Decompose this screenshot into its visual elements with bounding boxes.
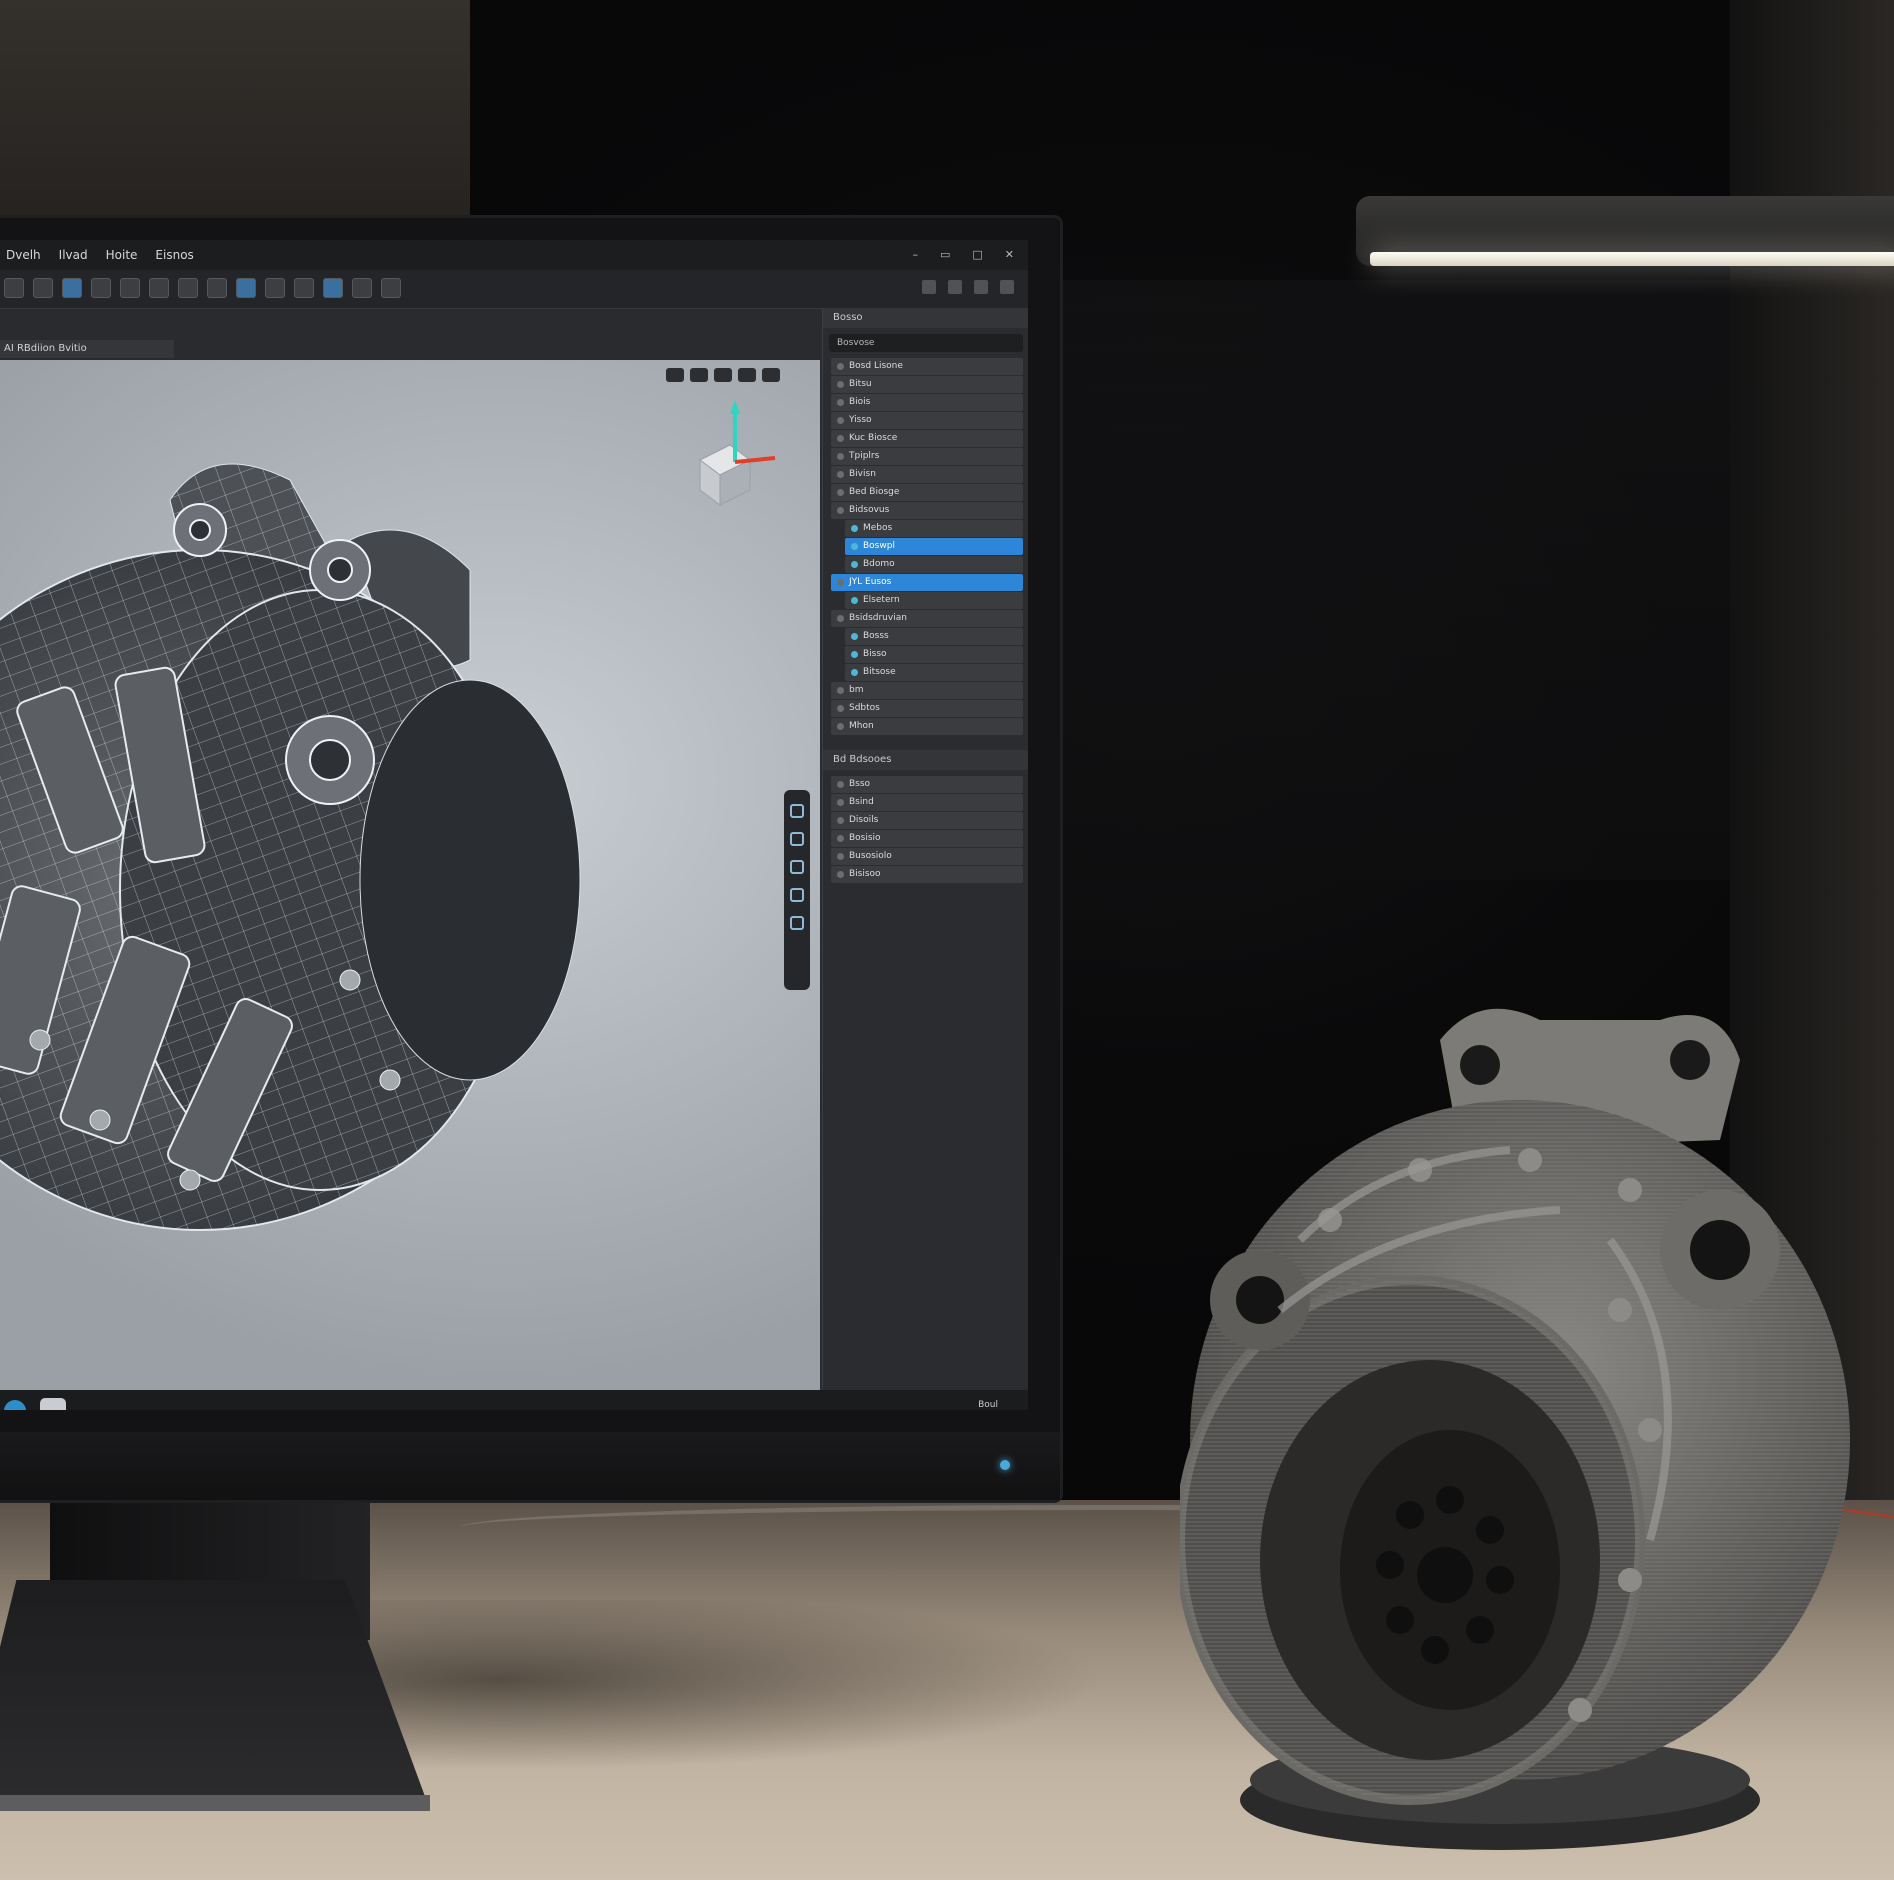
system-tray: Boul — [978, 1400, 998, 1410]
help-icon[interactable] — [1000, 280, 1014, 294]
tree-item[interactable]: Bidsovus — [831, 502, 1023, 519]
rotate-view-icon[interactable] — [790, 832, 804, 846]
tree-item[interactable]: bm — [831, 682, 1023, 699]
tree-item[interactable]: Elsetern — [845, 592, 1023, 609]
pattern-icon[interactable] — [236, 278, 256, 298]
menu-items: Dvelh Ilvad Hoite Eisnos — [6, 248, 194, 262]
chamfer-icon[interactable] — [207, 278, 227, 298]
menu-item[interactable]: Eisnos — [155, 248, 193, 262]
3d-printed-part — [1180, 1008, 1850, 1850]
settings-icon[interactable] — [974, 280, 988, 294]
feature-tree: Bosd Lisone Bitsu Biois Yisso Kuc Biosce Tpip… — [823, 358, 1028, 735]
property-item[interactable]: Bosisio — [831, 830, 1023, 847]
side-tool-strip — [784, 790, 810, 990]
property-item[interactable]: Bsso — [831, 776, 1023, 793]
monitor-stand-edge — [0, 1795, 430, 1811]
power-led — [1000, 1460, 1010, 1470]
monitor-chin — [0, 1432, 1060, 1500]
tree-item[interactable]: Bitsu — [831, 376, 1023, 393]
document-tab[interactable]: AI RBdiion Bvitio — [0, 340, 174, 358]
orbit-icon[interactable] — [666, 368, 684, 382]
taskbar: Boul — [0, 1390, 1028, 1410]
camera-icon[interactable] — [790, 916, 804, 930]
property-item[interactable]: Busosiolo — [831, 848, 1023, 865]
select-icon[interactable] — [62, 278, 82, 298]
model-browser-panel: Bosso Bosvose Bosd Lisone Bitsu Biois Yisso… — [822, 308, 1028, 1390]
mirror-icon[interactable] — [265, 278, 285, 298]
window-controls: – ▭ □ ✕ — [912, 248, 1014, 261]
measure-icon[interactable] — [323, 278, 343, 298]
taskbar-app-icon[interactable] — [40, 1398, 66, 1410]
tree-item[interactable]: Bed Biosge — [831, 484, 1023, 501]
tree-item[interactable]: Bitsose — [845, 664, 1023, 681]
restore-icon[interactable]: ▭ — [940, 248, 950, 261]
menu-item[interactable]: Hoite — [106, 248, 138, 262]
view-icon[interactable] — [948, 280, 962, 294]
maximize-icon[interactable]: □ — [972, 248, 982, 261]
start-button[interactable] — [4, 1400, 26, 1410]
redo-icon[interactable] — [33, 278, 53, 298]
tree-item[interactable]: Mhon — [831, 718, 1023, 735]
sketch-icon[interactable] — [91, 278, 111, 298]
property-item[interactable]: Bsind — [831, 794, 1023, 811]
pan-icon[interactable] — [690, 368, 708, 382]
wireframe-model[interactable] — [0, 420, 690, 1300]
revolve-icon[interactable] — [149, 278, 169, 298]
zoom-icon[interactable] — [714, 368, 732, 382]
appearance-icon[interactable] — [790, 888, 804, 902]
grid-icon[interactable] — [922, 280, 936, 294]
panel-header-2[interactable]: Bd Bdsooes — [823, 750, 1028, 770]
menu-item[interactable]: Ilvad — [59, 248, 88, 262]
tree-item[interactable]: Bosss — [845, 628, 1023, 645]
3d-viewport[interactable] — [0, 360, 820, 1390]
minimize-icon[interactable]: – — [912, 248, 918, 261]
display-mode-icon[interactable] — [762, 368, 780, 382]
menu-bar: Dvelh Ilvad Hoite Eisnos – ▭ □ ✕ — [0, 240, 1028, 270]
tree-item[interactable]: Bosd Lisone — [831, 358, 1023, 375]
section-view-icon[interactable] — [790, 804, 804, 818]
tree-item[interactable]: Sdbtos — [831, 700, 1023, 717]
tree-item[interactable]: Mebos — [845, 520, 1023, 537]
extrude-icon[interactable] — [120, 278, 140, 298]
desk-lamp-light — [1370, 252, 1894, 266]
panel-gap — [823, 736, 1028, 750]
tree-item[interactable]: Bdomo — [845, 556, 1023, 573]
view-cube-icon[interactable] — [680, 400, 790, 530]
properties-list: Bsso Bsind Disoils Bosisio Busosiolo Bisisoo — [823, 776, 1028, 883]
toolbar-icons — [4, 278, 401, 298]
tree-item[interactable]: JYL Eusos — [831, 574, 1023, 591]
panel-header[interactable]: Bosso — [823, 308, 1028, 328]
section-icon[interactable] — [352, 278, 372, 298]
search-input[interactable]: Bosvose — [829, 334, 1023, 352]
tree-item[interactable]: Bsidsdruvian — [831, 610, 1023, 627]
close-icon[interactable]: ✕ — [1005, 248, 1014, 261]
lighting-icon[interactable] — [790, 860, 804, 874]
background-shelf — [1000, 280, 1760, 880]
tree-item[interactable]: Tpiplrs — [831, 448, 1023, 465]
tree-item[interactable]: Bisso — [845, 646, 1023, 663]
fillet-icon[interactable] — [178, 278, 198, 298]
fit-icon[interactable] — [738, 368, 756, 382]
monitor-screen: Dvelh Ilvad Hoite Eisnos – ▭ □ ✕ AI RBdi… — [0, 240, 1028, 1410]
toolbar-right — [922, 280, 1014, 294]
menu-item[interactable]: Dvelh — [6, 248, 41, 262]
tree-item[interactable]: Yisso — [831, 412, 1023, 429]
photo-scene: Dvelh Ilvad Hoite Eisnos – ▭ □ ✕ AI RBdi… — [0, 0, 1894, 1880]
tree-item[interactable]: Biois — [831, 394, 1023, 411]
undo-icon[interactable] — [4, 278, 24, 298]
tree-item[interactable]: Kuc Biosce — [831, 430, 1023, 447]
toolbar — [0, 270, 1028, 309]
property-item[interactable]: Bisisoo — [831, 866, 1023, 883]
render-icon[interactable] — [381, 278, 401, 298]
property-item[interactable]: Disoils — [831, 812, 1023, 829]
tree-item[interactable]: Bivisn — [831, 466, 1023, 483]
tree-item[interactable]: Boswpl — [845, 538, 1023, 555]
material-icon[interactable] — [294, 278, 314, 298]
viewport-tools — [666, 368, 780, 382]
